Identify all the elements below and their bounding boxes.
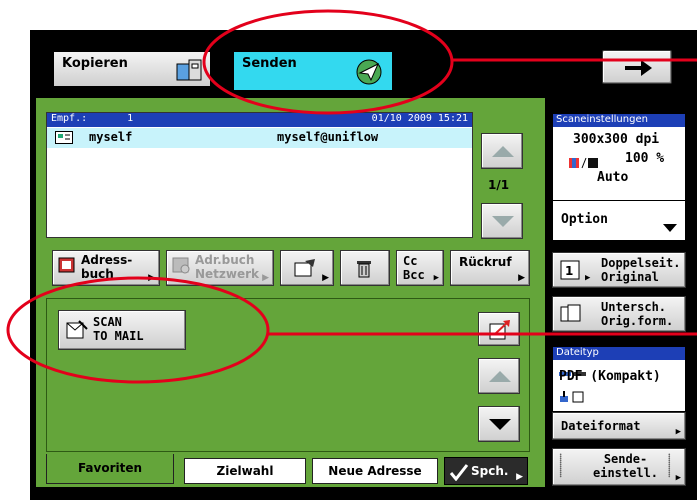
annotation-ellipse-scan-to-mail — [6, 276, 270, 384]
annotation-overlay — [6, 9, 697, 384]
annotation-ellipse-senden — [202, 9, 454, 115]
